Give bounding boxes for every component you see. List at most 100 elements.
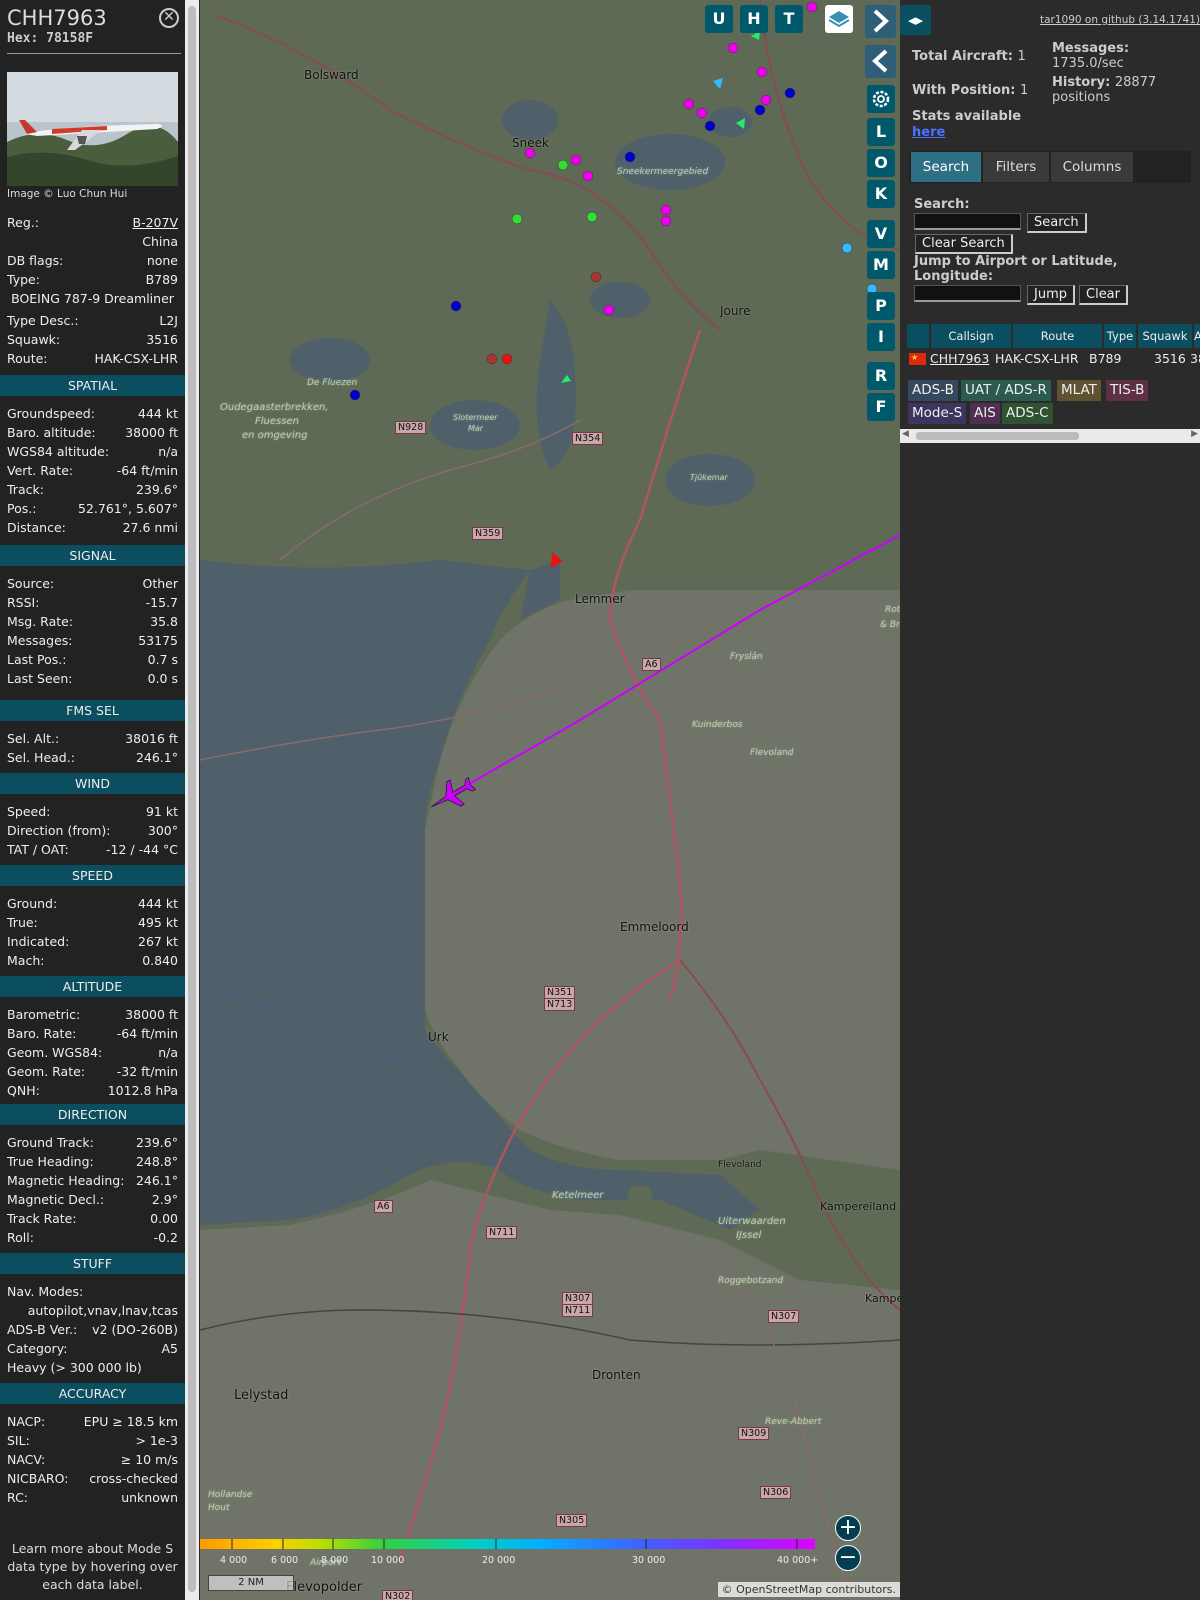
- info-label[interactable]: Direction (from):: [7, 823, 111, 838]
- map-btn-l[interactable]: L: [867, 118, 895, 146]
- jump-input[interactable]: [914, 285, 1021, 302]
- search-button[interactable]: Search: [1027, 213, 1087, 233]
- info-label[interactable]: Baro. altitude:: [7, 425, 96, 440]
- gear-icon[interactable]: [867, 85, 895, 113]
- info-label[interactable]: Track:: [7, 482, 44, 497]
- map-btn-k[interactable]: K: [867, 180, 895, 208]
- map-btn-v[interactable]: V: [867, 220, 895, 248]
- info-label[interactable]: Sel. Head.:: [7, 750, 75, 765]
- map-btn-r[interactable]: R: [867, 362, 895, 390]
- map-btn-i[interactable]: I: [867, 323, 895, 351]
- scrollbar-thumb[interactable]: [188, 6, 196, 1592]
- zoom-in-button[interactable]: +: [835, 1515, 861, 1541]
- info-label[interactable]: RC:: [7, 1490, 28, 1505]
- panel-toggle-icon[interactable]: ◂▸: [900, 5, 931, 35]
- info-label[interactable]: Speed:: [7, 804, 50, 819]
- layers-icon[interactable]: [825, 5, 853, 33]
- table-header-callsign[interactable]: Callsign: [931, 324, 1011, 348]
- info-label[interactable]: Barometric:: [7, 1007, 80, 1022]
- tab-columns[interactable]: Columns: [1051, 152, 1133, 182]
- info-label[interactable]: True:: [7, 915, 38, 930]
- photo-credit: Image © Luo Chun Hui: [7, 188, 128, 200]
- info-label[interactable]: Ground Track:: [7, 1135, 94, 1150]
- row-callsign[interactable]: CHH7963: [930, 350, 989, 368]
- info-label[interactable]: Category:: [7, 1341, 67, 1356]
- chevron-left-icon[interactable]: [865, 45, 896, 78]
- hscroll-thumb[interactable]: [916, 432, 1079, 440]
- map-place-label: Lelystad: [234, 1388, 289, 1403]
- map-btn-t[interactable]: T: [775, 5, 803, 33]
- info-label[interactable]: Groundspeed:: [7, 406, 95, 421]
- source-chip[interactable]: UAT / ADS-R: [961, 380, 1051, 401]
- source-chip[interactable]: TIS-B: [1106, 380, 1149, 401]
- row-route: HAK-CSX-LHR: [995, 351, 1079, 366]
- info-label[interactable]: ADS-B Ver.:: [7, 1322, 77, 1337]
- info-label[interactable]: Geom. Rate:: [7, 1064, 85, 1079]
- source-chip[interactable]: ADS-B: [908, 380, 958, 401]
- map-btn-o[interactable]: O: [867, 149, 895, 177]
- info-label[interactable]: True Heading:: [7, 1154, 94, 1169]
- info-label[interactable]: Baro. Rate:: [7, 1026, 76, 1041]
- info-label[interactable]: Magnetic Heading:: [7, 1173, 124, 1188]
- info-label[interactable]: Heavy (> 300 000 lb): [7, 1360, 142, 1375]
- table-header-type[interactable]: Type: [1104, 324, 1136, 348]
- info-label[interactable]: Roll:: [7, 1230, 34, 1245]
- table-header-squawk[interactable]: Squawk: [1138, 324, 1192, 348]
- info-label[interactable]: Ground:: [7, 896, 57, 911]
- reg-link[interactable]: B-207V: [133, 215, 179, 230]
- info-label[interactable]: QNH:: [7, 1083, 40, 1098]
- close-icon[interactable]: ✕: [159, 8, 179, 28]
- info-label[interactable]: Messages:: [7, 633, 73, 648]
- map-canvas[interactable]: [200, 0, 900, 1600]
- table-horizontal-scrollbar[interactable]: ◀ ▶: [900, 429, 1200, 443]
- source-chip[interactable]: MLAT: [1057, 380, 1101, 401]
- info-label[interactable]: Last Seen:: [7, 671, 72, 686]
- info-label[interactable]: Magnetic Decl.:: [7, 1192, 104, 1207]
- info-label[interactable]: NICBARO:: [7, 1471, 68, 1486]
- source-chip[interactable]: ADS-C: [1002, 403, 1053, 424]
- chevron-right-icon[interactable]: [865, 5, 896, 38]
- info-row: SIL: > 1e-3: [7, 1431, 178, 1449]
- info-label[interactable]: Indicated:: [7, 934, 69, 949]
- info-label[interactable]: Nav. Modes:: [7, 1284, 83, 1299]
- source-chip[interactable]: AIS: [970, 403, 1000, 424]
- search-input[interactable]: [914, 213, 1021, 230]
- info-label[interactable]: RSSI:: [7, 595, 39, 610]
- info-label[interactable]: Msg. Rate:: [7, 614, 73, 629]
- stats-link[interactable]: here: [912, 125, 945, 140]
- source-chip[interactable]: Mode-S: [908, 403, 967, 424]
- info-label[interactable]: Distance:: [7, 520, 66, 535]
- info-label[interactable]: NACV:: [7, 1452, 45, 1467]
- map-view[interactable]: Bolsward Sneek Sneekermeergebied Joure De Fl…: [200, 0, 900, 1600]
- map-btn-p[interactable]: P: [867, 292, 895, 320]
- info-label[interactable]: Vert. Rate:: [7, 463, 73, 478]
- map-btn-h[interactable]: H: [740, 5, 768, 33]
- info-label[interactable]: Track Rate:: [7, 1211, 77, 1226]
- info-label[interactable]: Sel. Alt.:: [7, 731, 59, 746]
- zoom-out-button[interactable]: −: [835, 1545, 861, 1571]
- map-btn-u[interactable]: U: [705, 5, 733, 33]
- info-label[interactable]: SIL:: [7, 1433, 30, 1448]
- sidebar-scrollbar[interactable]: [185, 0, 199, 1600]
- map-btn-f[interactable]: F: [867, 393, 895, 421]
- info-label[interactable]: WGS84 altitude:: [7, 444, 109, 459]
- info-label[interactable]: Mach:: [7, 953, 44, 968]
- map-btn-m[interactable]: M: [867, 251, 895, 279]
- tab-filters[interactable]: Filters: [983, 152, 1049, 182]
- aircraft-photo[interactable]: [7, 72, 178, 186]
- info-label[interactable]: Last Pos.:: [7, 652, 66, 667]
- table-header-route[interactable]: Route: [1013, 324, 1102, 348]
- github-link[interactable]: tar1090 on github (3.14.1741): [1040, 14, 1200, 26]
- clear-button[interactable]: Clear: [1079, 285, 1128, 305]
- info-label[interactable]: Source:: [7, 576, 54, 591]
- table-header-alt[interactable]: Alt.: [1194, 324, 1200, 348]
- info-label[interactable]: NACP:: [7, 1414, 45, 1429]
- info-label[interactable]: TAT / OAT:: [7, 842, 69, 857]
- map-attribution[interactable]: © OpenStreetMap contributors.: [717, 1582, 900, 1597]
- aircraft-info-sidebar: CHH7963 Hex: 78158F ✕ Image © Luo Chun H…: [0, 0, 185, 1600]
- jump-button[interactable]: Jump: [1027, 285, 1075, 305]
- clear-search-button[interactable]: Clear Search: [915, 234, 1013, 254]
- info-label[interactable]: Pos.:: [7, 501, 36, 516]
- tab-search[interactable]: Search: [911, 152, 981, 182]
- info-label[interactable]: Geom. WGS84:: [7, 1045, 102, 1060]
